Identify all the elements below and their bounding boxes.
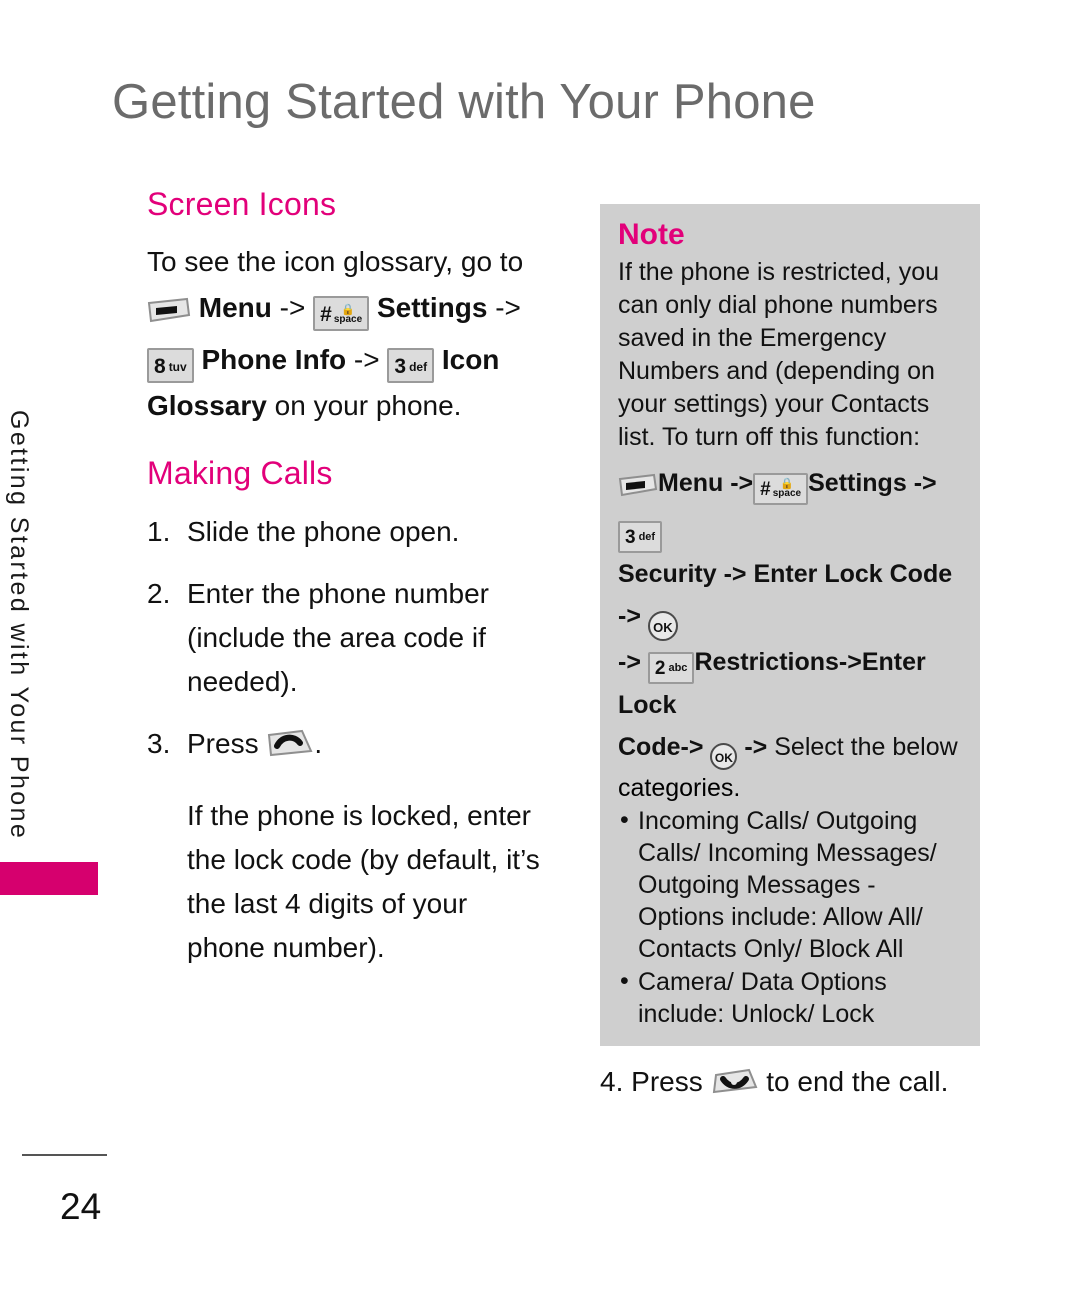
step-1-number: 1. (147, 516, 171, 547)
note-box: Note If the phone is restricted, you can… (600, 204, 980, 1046)
step-3-suffix-text: . (314, 728, 323, 759)
arrow-3: -> (353, 344, 380, 375)
right-column: Note If the phone is restricted, you can… (600, 204, 980, 1110)
note-key-2-label: abc (668, 661, 688, 674)
step-2-number: 2. (147, 578, 171, 609)
left-column: Screen Icons To see the icon glossary, g… (147, 186, 552, 970)
screen-icons-heading: Screen Icons (147, 186, 337, 222)
bullet-dot-icon: • (620, 806, 629, 834)
hash-space-key-stack: 🔒 space (333, 304, 363, 325)
note-hash-label: space (772, 488, 802, 500)
list-item: • Camera/ Data Options include: Unlock/ L… (618, 966, 962, 1030)
note-title: Note (618, 218, 685, 251)
hash-space-key-icon: # 🔒 space (313, 296, 370, 331)
settings-label: Settings (376, 292, 488, 323)
key-3-digit: 3 (394, 355, 407, 379)
hash-space-key-digit: # (320, 303, 332, 327)
note-code-label: Code-> (618, 733, 704, 761)
step-4-prefix-text: Press (631, 1066, 703, 1097)
send-key-icon (266, 728, 314, 772)
end-key-icon (711, 1066, 759, 1110)
step-4-suffix-text: to end the call. (766, 1066, 949, 1097)
locked-phone-note: If the phone is locked, enter the lock c… (187, 800, 540, 963)
note-arrow-2: -> (913, 469, 937, 497)
side-tab-color-swatch (0, 862, 98, 895)
page-number: 24 (60, 1186, 102, 1227)
step-1-text: Slide the phone open. (187, 516, 460, 547)
key-3-def-icon: 3 def (618, 521, 663, 553)
hash-space-key-icon: # 🔒 space (753, 473, 809, 505)
menu-label: Menu (198, 292, 272, 323)
glossary-tail-text: on your phone. (274, 390, 462, 421)
note-bullet-list: • Incoming Calls/ Outgoing Calls/ Incomin… (618, 805, 962, 1030)
note-key-sequence: Menu -> # 🔒 space Settings -> 3 def Security … (618, 462, 962, 770)
glossary-label: Glossary (147, 390, 267, 421)
arrow-2: -> (495, 292, 521, 323)
hash-space-key-label: space (333, 313, 363, 325)
note-arrow-4: -> (744, 733, 768, 761)
note-arrow-3: -> (618, 648, 641, 676)
key-8-digit: 8 (154, 355, 166, 379)
list-item: • Incoming Calls/ Outgoing Calls/ Incomin… (618, 805, 962, 965)
screen-icons-paragraph: To see the icon glossary, go to Menu -> … (147, 239, 552, 429)
icon-label: Icon (441, 344, 500, 375)
note-body-text: If the phone is restricted, you can only… (618, 258, 940, 451)
note-arrow-1: -> (730, 469, 754, 497)
making-calls-step-4: 4. Press to end the call. (600, 1060, 980, 1110)
bullet-text: Incoming Calls/ Outgoing Calls/ Incoming… (638, 807, 937, 963)
ok-key-icon: OK (710, 743, 738, 770)
step-3-number: 3. (147, 728, 171, 759)
footer-divider (22, 1154, 107, 1156)
note-hash-stack: 🔒 space (773, 479, 801, 499)
note-select-label: Select the below (774, 733, 958, 761)
arrow-1: -> (279, 292, 306, 323)
making-calls-heading: Making Calls (147, 455, 333, 491)
bullet-dot-icon: • (620, 967, 629, 995)
key-2-abc-icon: 2 abc (647, 652, 695, 684)
key-3-def-icon: 3 def (387, 348, 435, 383)
making-calls-step-2: 2. Enter the phone number (include the a… (147, 572, 552, 704)
step-3-prefix-text: Press (187, 728, 259, 759)
ok-key-icon: OK (647, 611, 678, 641)
key-3-label: def (409, 359, 428, 374)
note-settings-label: Settings (808, 469, 907, 497)
making-calls-step-1: 1. Slide the phone open. (147, 510, 552, 554)
key-8-label: tuv (168, 359, 187, 374)
note-key-3-digit: 3 (625, 526, 636, 548)
bullet-text: Camera/ Data Options include: Unlock/ Lo… (638, 968, 887, 1028)
screen-icons-intro-text: To see the icon glossary, go to (147, 246, 524, 277)
note-key-2-digit: 2 (654, 657, 666, 679)
making-calls-step-3: 3. Press . (147, 722, 552, 772)
note-menu-label: Menu (658, 469, 724, 497)
softkey-left-icon (147, 291, 191, 337)
softkey-left-icon (618, 468, 658, 510)
note-key-3-label: def (638, 530, 656, 543)
step-2-text: Enter the phone number (include the area… (187, 578, 489, 697)
phone-info-label: Phone Info (201, 344, 347, 375)
page-title: Getting Started with Your Phone (112, 75, 816, 129)
step-3-body: Press . (187, 722, 552, 772)
step-4-number: 4. (600, 1066, 624, 1097)
side-tab-label: Getting Started with Your Phone (5, 410, 33, 841)
note-hash-digit: # (760, 478, 771, 500)
key-8-tuv-icon: 8 tuv (147, 348, 194, 383)
note-categories-label: categories. (618, 774, 741, 802)
